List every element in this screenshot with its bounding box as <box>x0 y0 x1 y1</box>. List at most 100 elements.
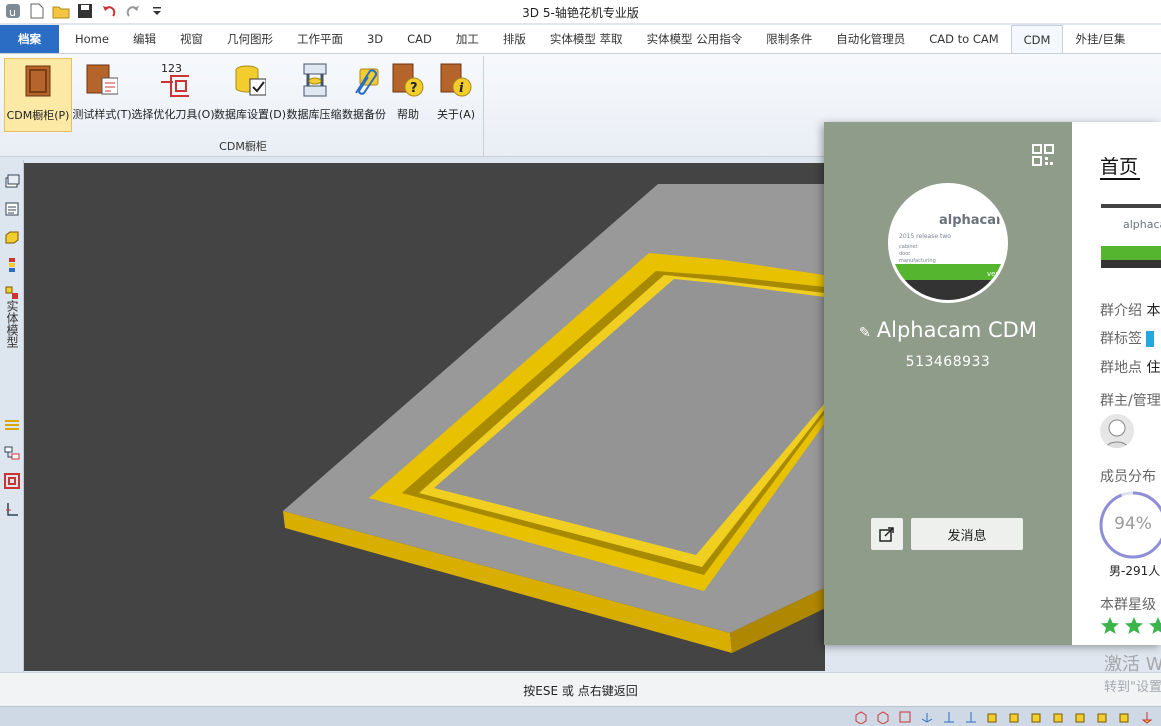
ribbon-group-cdm: CDM橱柜(P) 测试样式(T) 123 选择优化刀具(O) 数据库设置(D) … <box>2 56 484 156</box>
tab-cad-to-cam[interactable]: CAD to CAM <box>917 25 1010 53</box>
list-icon[interactable] <box>3 200 21 218</box>
svg-text:manufacturing: manufacturing <box>899 258 936 264</box>
activation-watermark-hint: 转到"设置 <box>1104 680 1161 695</box>
tab-cad[interactable]: CAD <box>395 25 444 53</box>
send-message-button[interactable]: 发消息 <box>911 518 1023 550</box>
tab-addins-macros[interactable]: 外挂/巨集 <box>1063 25 1137 53</box>
database-compress-icon <box>298 62 330 98</box>
group-avatar[interactable]: alphacam 2015 release two cabinet door m… <box>888 183 1008 303</box>
door-icon <box>22 63 54 99</box>
group-photo-thumbnail[interactable]: alphacam <box>1101 204 1161 268</box>
cube-view-7-icon[interactable] <box>1117 709 1133 725</box>
axis-icon[interactable] <box>3 500 21 518</box>
tool-path-icon: 123 <box>157 62 189 98</box>
group-profile-card: alphacam 2015 release two cabinet door m… <box>824 122 1161 645</box>
tab-nesting[interactable]: 排版 <box>491 25 538 53</box>
paperclip-icon <box>348 62 380 98</box>
edit-pencil-icon[interactable]: ✎ <box>859 325 871 341</box>
group-intro-label: 群介绍 本 <box>1100 303 1161 319</box>
svg-text:2015 release two: 2015 release two <box>899 233 951 240</box>
svg-text:123: 123 <box>161 62 182 75</box>
male-percent: 94% <box>1114 514 1152 534</box>
male-count: 男-291人 <box>1109 564 1161 578</box>
qr-code-icon[interactable] <box>1032 144 1054 166</box>
svg-text:vers: vers <box>987 270 1002 278</box>
door-panel-model <box>283 184 825 653</box>
tab-underline <box>1100 178 1140 180</box>
database-settings-button[interactable]: 数据库设置(D) <box>214 58 286 132</box>
svg-text:cabinet: cabinet <box>899 244 918 250</box>
group-tags-label: 群标签 <box>1100 328 1155 348</box>
select-optimal-tool-button[interactable]: 123 选择优化刀具(O) <box>131 58 214 132</box>
axes-y-icon[interactable] <box>963 709 979 725</box>
tab-geometry[interactable]: 几何图形 <box>215 25 285 53</box>
layers-icon[interactable] <box>3 172 21 190</box>
view-top-icon[interactable] <box>897 709 913 725</box>
cube-view-3-icon[interactable] <box>1029 709 1045 725</box>
help-icon: ? <box>392 62 424 98</box>
cube-view-6-icon[interactable] <box>1095 709 1111 725</box>
group-profile-panel: alphacam 2015 release two cabinet door m… <box>824 122 1072 645</box>
star-icon <box>1149 617 1161 634</box>
group-info-panel: 首页 alphacam 群介绍 本 群标签 群地点 住 群主/管理 成员分布 9… <box>1072 122 1161 645</box>
svg-text:i: i <box>459 81 464 96</box>
group-id: 513468933 <box>905 354 991 370</box>
cdm-cabinet-button[interactable]: CDM橱柜(P) <box>4 58 72 132</box>
cube-view-1-icon[interactable] <box>985 709 1001 725</box>
about-button[interactable]: i 关于(A) <box>432 58 480 132</box>
pocket-icon[interactable] <box>3 472 21 490</box>
database-compress-button[interactable]: 数据库压缩 <box>286 58 342 132</box>
cube-view-2-icon[interactable] <box>1007 709 1023 725</box>
member-distribution-label: 成员分布 <box>1100 469 1156 485</box>
tab-home-page[interactable]: 首页 <box>1100 152 1138 179</box>
test-style-button[interactable]: 测试样式(T) <box>72 58 132 132</box>
title-bar: u 3D 5-轴铯花机专业版 <box>0 0 1161 24</box>
star-icon <box>1101 617 1119 634</box>
share-button[interactable] <box>871 518 903 550</box>
tab-machining[interactable]: 加工 <box>444 25 491 53</box>
tree-icon[interactable] <box>3 256 21 274</box>
tab-solid-utilities[interactable]: 实体模型 公用指令 <box>635 25 755 53</box>
group-rating-stars <box>1100 616 1161 636</box>
hierarchy-icon[interactable] <box>3 444 21 462</box>
tab-constraints[interactable]: 限制条件 <box>754 25 824 53</box>
info-icon: i <box>440 62 472 98</box>
tab-solid-extract[interactable]: 实体模型 萃取 <box>538 25 635 53</box>
tab-view[interactable]: 视窗 <box>168 25 215 53</box>
view-front-icon[interactable] <box>875 709 891 725</box>
status-message: 按ESE 或 点右键返回 <box>523 684 638 698</box>
workplane-icon[interactable] <box>1139 709 1155 725</box>
data-backup-button[interactable]: 数据备份 <box>342 58 386 132</box>
tab-3d[interactable]: 3D <box>355 25 395 53</box>
tab-cdm[interactable]: CDM <box>1010 25 1064 54</box>
svg-text:alphacam: alphacam <box>1123 218 1161 231</box>
activation-watermark: 激活 W <box>1104 654 1161 675</box>
tab-workplane[interactable]: 工作平面 <box>285 25 355 53</box>
ribbon-tabs: 档案 Home 编辑 视窗 几何图形 工作平面 3D CAD 加工 排版 实体模… <box>0 25 1161 54</box>
tab-automation[interactable]: 自动化管理员 <box>824 25 917 53</box>
admin-avatar[interactable] <box>1100 414 1134 448</box>
left-toolbar: 实体模型 <box>0 160 24 672</box>
tab-edit[interactable]: 编辑 <box>121 25 168 53</box>
status-bar: 按ESE 或 点右键返回 <box>0 672 1161 706</box>
cube-view-5-icon[interactable] <box>1073 709 1089 725</box>
group-rating-label: 本群星级 <box>1100 597 1156 613</box>
axes-icon[interactable] <box>919 709 935 725</box>
view-iso-icon[interactable] <box>853 709 869 725</box>
group-admin-label: 群主/管理 <box>1100 393 1161 409</box>
view-toolbar <box>0 706 1161 726</box>
star-icon <box>1125 617 1143 634</box>
door-report-icon <box>86 62 118 98</box>
3d-viewport[interactable] <box>24 163 825 671</box>
group-name: ✎ Alphacam CDM <box>859 318 1037 342</box>
database-check-icon <box>234 62 266 98</box>
window-title: 3D 5-轴铯花机专业版 <box>522 6 639 20</box>
solid-model-panel-label[interactable]: 实体模型 <box>3 300 21 348</box>
help-button[interactable]: ? 帮助 <box>390 58 426 132</box>
cube-view-4-icon[interactable] <box>1051 709 1067 725</box>
toolpath-icon[interactable] <box>3 416 21 434</box>
tab-file[interactable]: 档案 <box>0 25 59 53</box>
tab-home[interactable]: Home <box>63 25 121 53</box>
axes-z-icon[interactable] <box>941 709 957 725</box>
box-icon[interactable] <box>3 228 21 246</box>
